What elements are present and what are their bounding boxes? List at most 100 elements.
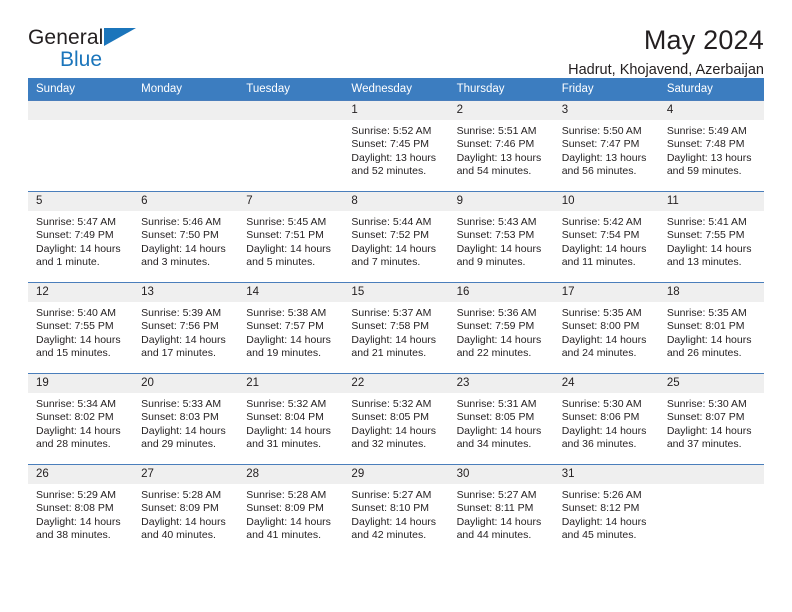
sunset-time: Sunset: 7:48 PM	[666, 138, 745, 151]
day-number: 21	[238, 374, 344, 393]
day-details: Sunrise: 5:35 AM Sunset: 8:00 PM Daylight:…	[554, 302, 659, 361]
sunrise-time: Sunrise: 5:51 AM	[456, 125, 537, 137]
daylight-duration-line1: Daylight: 14 hours	[351, 515, 437, 528]
calendar-day-cell[interactable]: 1 Sunrise: 5:52 AM Sunset: 7:45 PM Daylight…	[343, 100, 449, 192]
day-details: Sunrise: 5:30 AM Sunset: 8:07 PM Daylight:…	[659, 393, 764, 452]
daylight-duration-line2: and 29 minutes.	[141, 438, 216, 451]
calendar-day-cell[interactable]: 3 Sunrise: 5:50 AM Sunset: 7:47 PM Daylight…	[553, 100, 659, 192]
calendar-header-row: Sunday Monday Tuesday Wednesday Thursday Frid…	[28, 78, 764, 101]
daylight-duration-line2: and 45 minutes.	[561, 529, 637, 542]
daylight-duration-line2: and 3 minutes.	[141, 256, 211, 269]
daylight-duration-line1: Daylight: 14 hours	[456, 242, 542, 255]
sunrise-sunset-calendar: Sunday Monday Tuesday Wednesday Thursday Frid…	[28, 78, 764, 555]
calendar-day-cell[interactable]: 9 Sunrise: 5:43 AM Sunset: 7:53 PM Daylight…	[448, 191, 554, 283]
daylight-duration-line1: Daylight: 14 hours	[456, 333, 542, 346]
weekday-header-thursday: Thursday	[448, 78, 554, 101]
weekday-header-tuesday: Tuesday	[238, 78, 344, 101]
sunset-time: Sunset: 7:51 PM	[246, 229, 324, 242]
calendar-day-cell[interactable]: 31 Sunrise: 5:26 AM Sunset: 8:12 PM Dayligh…	[553, 464, 659, 555]
calendar-day-cell[interactable]: 15 Sunrise: 5:37 AM Sunset: 7:58 PM Dayligh…	[343, 282, 449, 374]
day-number: 15	[343, 283, 449, 302]
daylight-duration-line1: Daylight: 14 hours	[666, 333, 752, 346]
day-details: Sunrise: 5:33 AM Sunset: 8:03 PM Daylight:…	[133, 393, 238, 452]
sunset-time: Sunset: 8:12 PM	[561, 502, 640, 515]
sunset-time: Sunset: 7:46 PM	[456, 138, 535, 151]
calendar-day-cell[interactable]: 14 Sunrise: 5:38 AM Sunset: 7:57 PM Dayligh…	[238, 282, 344, 374]
weekday-header-sunday: Sunday	[28, 78, 134, 101]
day-details: Sunrise: 5:41 AM Sunset: 7:55 PM Daylight:…	[659, 211, 764, 270]
sunrise-time: Sunrise: 5:29 AM	[36, 489, 116, 501]
calendar-day-cell[interactable]: 11 Sunrise: 5:41 AM Sunset: 7:55 PM Dayligh…	[658, 191, 764, 283]
day-number: 11	[658, 192, 764, 211]
calendar-day-cell[interactable]: 12 Sunrise: 5:40 AM Sunset: 7:55 PM Dayligh…	[28, 282, 134, 374]
calendar-day-cell[interactable]: 4 Sunrise: 5:49 AM Sunset: 7:48 PM Daylight…	[658, 100, 764, 192]
day-details: Sunrise: 5:43 AM Sunset: 7:53 PM Daylight:…	[449, 211, 554, 270]
sunset-time: Sunset: 8:04 PM	[246, 411, 324, 424]
daylight-duration-line2: and 7 minutes.	[351, 256, 421, 269]
daylight-duration-line1: Daylight: 14 hours	[351, 424, 437, 437]
calendar-day-cell[interactable]: 7 Sunrise: 5:45 AM Sunset: 7:51 PM Daylight…	[238, 191, 344, 283]
day-details: Sunrise: 5:40 AM Sunset: 7:55 PM Daylight:…	[28, 302, 133, 361]
daylight-duration-line1: Daylight: 14 hours	[246, 242, 331, 255]
day-number: 19	[28, 374, 134, 393]
calendar-day-cell[interactable]: 6 Sunrise: 5:46 AM Sunset: 7:50 PM Daylight…	[133, 191, 239, 283]
calendar-day-cell[interactable]: 16 Sunrise: 5:36 AM Sunset: 7:59 PM Dayligh…	[448, 282, 554, 374]
daylight-duration-line1: Daylight: 14 hours	[141, 424, 226, 437]
daylight-duration-line1: Daylight: 14 hours	[246, 515, 331, 528]
daylight-duration-line2: and 42 minutes.	[351, 529, 427, 542]
daylight-duration-line2: and 17 minutes.	[141, 347, 216, 360]
generalblue-logo[interactable]: General Blue	[28, 26, 158, 78]
page-subtitle: Hadrut, Khojavend, Azerbaijan	[568, 62, 764, 79]
sunrise-time: Sunrise: 5:26 AM	[561, 489, 642, 501]
sunrise-time: Sunrise: 5:28 AM	[141, 489, 222, 501]
calendar-day-cell[interactable]: 19 Sunrise: 5:34 AM Sunset: 8:02 PM Dayligh…	[28, 373, 134, 465]
calendar-day-cell[interactable]: 2 Sunrise: 5:51 AM Sunset: 7:46 PM Daylight…	[448, 100, 554, 192]
calendar-day-cell[interactable]: 29 Sunrise: 5:27 AM Sunset: 8:10 PM Dayligh…	[343, 464, 449, 555]
calendar-day-cell[interactable]: 26 Sunrise: 5:29 AM Sunset: 8:08 PM Dayligh…	[28, 464, 134, 555]
sunset-time: Sunset: 8:11 PM	[456, 502, 534, 515]
sunset-time: Sunset: 8:01 PM	[666, 320, 745, 333]
logo-text-general: General	[28, 26, 104, 49]
calendar-day-cell[interactable]: 18 Sunrise: 5:35 AM Sunset: 8:01 PM Dayligh…	[658, 282, 764, 374]
day-number: 18	[658, 283, 764, 302]
calendar-day-cell[interactable]: 22 Sunrise: 5:32 AM Sunset: 8:05 PM Dayligh…	[343, 373, 449, 465]
day-number: 9	[448, 192, 554, 211]
daylight-duration-line2: and 13 minutes.	[666, 256, 742, 269]
day-number: 17	[553, 283, 659, 302]
calendar-week-row: 19 Sunrise: 5:34 AM Sunset: 8:02 PM Dayligh…	[28, 373, 764, 465]
calendar-day-cell[interactable]: 20 Sunrise: 5:33 AM Sunset: 8:03 PM Dayligh…	[133, 373, 239, 465]
calendar-day-cell[interactable]: 21 Sunrise: 5:32 AM Sunset: 8:04 PM Dayligh…	[238, 373, 344, 465]
calendar-day-cell[interactable]: 17 Sunrise: 5:35 AM Sunset: 8:00 PM Dayligh…	[553, 282, 659, 374]
day-number: 4	[658, 101, 764, 120]
daylight-duration-line1: Daylight: 14 hours	[561, 424, 647, 437]
calendar-day-cell[interactable]: 8 Sunrise: 5:44 AM Sunset: 7:52 PM Daylight…	[343, 191, 449, 283]
day-number: 7	[238, 192, 344, 211]
daylight-duration-line2: and 32 minutes.	[351, 438, 427, 451]
day-details: Sunrise: 5:27 AM Sunset: 8:10 PM Daylight:…	[343, 484, 448, 543]
weekday-header-friday: Friday	[553, 78, 659, 101]
day-details: Sunrise: 5:30 AM Sunset: 8:06 PM Daylight:…	[554, 393, 659, 452]
day-number: 16	[448, 283, 554, 302]
calendar-day-cell[interactable]: 28 Sunrise: 5:28 AM Sunset: 8:09 PM Dayligh…	[238, 464, 344, 555]
day-number: 14	[238, 283, 344, 302]
sunrise-time: Sunrise: 5:27 AM	[456, 489, 537, 501]
sunset-time: Sunset: 8:10 PM	[351, 502, 430, 515]
sunset-time: Sunset: 7:55 PM	[36, 320, 114, 333]
calendar-day-cell[interactable]: 24 Sunrise: 5:30 AM Sunset: 8:06 PM Dayligh…	[553, 373, 659, 465]
daylight-duration-line2: and 9 minutes.	[456, 256, 526, 269]
sunrise-time: Sunrise: 5:35 AM	[561, 307, 642, 319]
daylight-duration-line1: Daylight: 13 hours	[666, 151, 752, 164]
calendar-day-cell[interactable]: 13 Sunrise: 5:39 AM Sunset: 7:56 PM Dayligh…	[133, 282, 239, 374]
calendar-day-cell[interactable]: 27 Sunrise: 5:28 AM Sunset: 8:09 PM Dayligh…	[133, 464, 239, 555]
calendar-day-cell[interactable]: 30 Sunrise: 5:27 AM Sunset: 8:11 PM Dayligh…	[448, 464, 554, 555]
calendar-day-cell[interactable]: 5 Sunrise: 5:47 AM Sunset: 7:49 PM Daylight…	[28, 191, 134, 283]
calendar-day-cell[interactable]: 25 Sunrise: 5:30 AM Sunset: 8:07 PM Dayligh…	[658, 373, 764, 465]
calendar-day-cell[interactable]: 10 Sunrise: 5:42 AM Sunset: 7:54 PM Dayligh…	[553, 191, 659, 283]
sunrise-time: Sunrise: 5:35 AM	[666, 307, 747, 319]
calendar-day-cell[interactable]: 23 Sunrise: 5:31 AM Sunset: 8:05 PM Dayligh…	[448, 373, 554, 465]
day-number: 5	[28, 192, 134, 211]
calendar-week-row: 26 Sunrise: 5:29 AM Sunset: 8:08 PM Dayligh…	[28, 464, 764, 555]
daylight-duration-line2: and 1 minute.	[36, 256, 100, 269]
day-number: 10	[553, 192, 659, 211]
daylight-duration-line1: Daylight: 14 hours	[561, 333, 647, 346]
